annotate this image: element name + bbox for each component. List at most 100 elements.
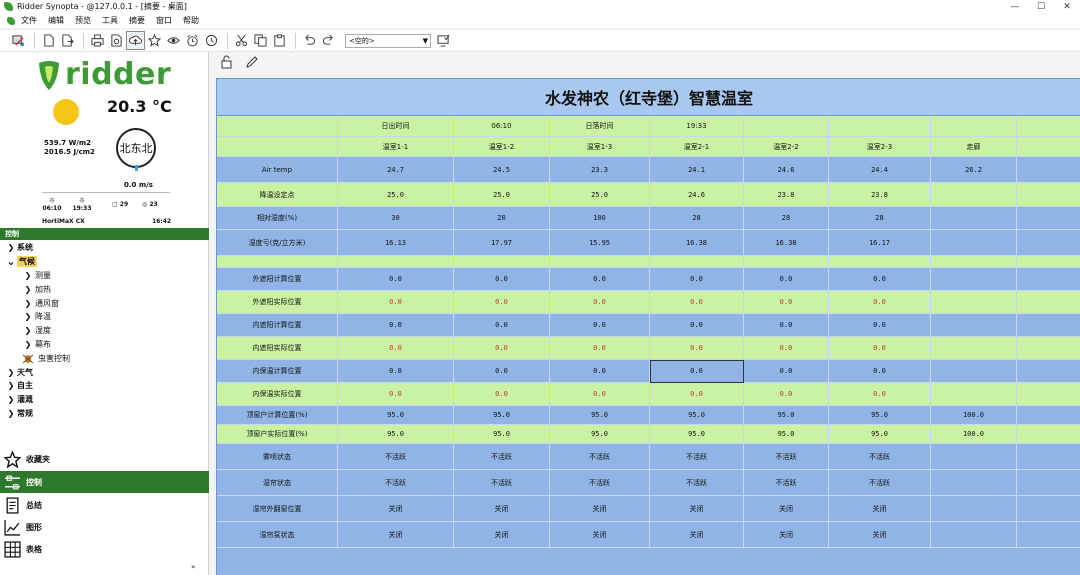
menu-window[interactable]: 窗口	[156, 15, 172, 26]
table-cell[interactable]: 95.0	[829, 406, 931, 425]
table-cell[interactable]	[1017, 207, 1080, 230]
table-cell[interactable]	[1017, 444, 1080, 470]
table-cell[interactable]: 0.0	[829, 314, 931, 337]
table-cell[interactable]: 不活跃	[744, 470, 829, 496]
table-cell[interactable]: 0.0	[744, 360, 829, 383]
table-cell[interactable]: 0.0	[550, 383, 650, 406]
table-cell[interactable]	[1017, 183, 1080, 207]
table-cell[interactable]	[931, 444, 1017, 470]
table-cell[interactable]: 100.0	[931, 406, 1017, 425]
table-cell[interactable]	[931, 314, 1017, 337]
chevron-right-icon[interactable]: ❯	[5, 395, 17, 404]
nav-tree-item[interactable]: ❯ 湿度	[0, 324, 209, 338]
row-label[interactable]: 内遮阳计算位置	[217, 314, 338, 337]
chevron-right-icon[interactable]: ❯	[21, 271, 35, 280]
table-cell[interactable]: 30	[338, 207, 454, 230]
bottom-nav-chart[interactable]: 图形	[0, 516, 209, 538]
table-cell[interactable]	[931, 207, 1017, 230]
table-cell[interactable]: 0.0	[744, 337, 829, 360]
table-cell[interactable]: 不活跃	[829, 470, 931, 496]
table-cell[interactable]: 0.0	[338, 291, 454, 314]
info-cell[interactable]	[829, 116, 931, 137]
table-cell[interactable]: 0.0	[454, 360, 550, 383]
column-header[interactable]: 温室1-2	[454, 137, 550, 157]
table-cell[interactable]: 25.0	[550, 183, 650, 207]
table-cell[interactable]: 关闭	[829, 496, 931, 522]
row-label[interactable]: 外遮阳实际位置	[217, 291, 338, 314]
table-cell[interactable]: 不活跃	[829, 444, 931, 470]
table-cell[interactable]	[1017, 496, 1080, 522]
column-header[interactable]: 温室2-3	[829, 137, 931, 157]
table-cell[interactable]	[931, 183, 1017, 207]
table-cell[interactable]: 0.0	[550, 291, 650, 314]
row-label[interactable]: 顶窗户实际位置(%)	[217, 425, 338, 444]
unlock-icon[interactable]	[220, 55, 234, 69]
undo-button[interactable]	[301, 32, 318, 49]
table-cell[interactable]: 0.0	[550, 268, 650, 291]
table-cell[interactable]: 0.0	[829, 360, 931, 383]
menu-tools[interactable]: 工具	[102, 15, 118, 26]
column-header[interactable]: 走廊	[931, 137, 1017, 157]
row-label[interactable]: 湿帘外翻窗位置	[217, 496, 338, 522]
print-preview-button[interactable]	[108, 32, 125, 49]
table-cell[interactable]: 关闭	[550, 522, 650, 548]
bottom-nav-star[interactable]: 收藏夹	[0, 448, 209, 470]
chevron-right-icon[interactable]: ❯	[21, 312, 35, 321]
table-cell[interactable]: 不活跃	[744, 444, 829, 470]
table-cell[interactable]: 0.0	[829, 383, 931, 406]
chevron-right-icon[interactable]: ❯	[21, 285, 35, 294]
bottom-nav-control[interactable]: 控制	[0, 471, 209, 493]
table-cell[interactable]: 0.0	[829, 291, 931, 314]
table-cell[interactable]: 不活跃	[650, 470, 744, 496]
nav-tree-item[interactable]: ⌄ 气候	[0, 255, 209, 269]
table-cell[interactable]: 0.0	[550, 337, 650, 360]
table-cell[interactable]: 不活跃	[454, 470, 550, 496]
table-cell[interactable]: 0.0	[744, 291, 829, 314]
table-cell[interactable]: 28	[829, 207, 931, 230]
table-cell[interactable]: 26.2	[931, 157, 1017, 183]
table-cell[interactable]	[1017, 337, 1080, 360]
row-label[interactable]: 湿度亏(克/立方米)	[217, 230, 338, 256]
row-label[interactable]	[217, 256, 338, 268]
table-cell[interactable]: 23.8	[829, 183, 931, 207]
column-header[interactable]: 温室2-2	[744, 137, 829, 157]
table-cell[interactable]	[744, 256, 829, 268]
chevron-down-icon[interactable]: ⌄	[5, 256, 17, 267]
table-cell[interactable]: 0.0	[454, 337, 550, 360]
info-cell[interactable]: 06:10	[454, 116, 550, 137]
info-cell[interactable]	[931, 116, 1017, 137]
table-cell[interactable]: 关闭	[454, 522, 550, 548]
summary-select[interactable]: <空的> ▼	[345, 33, 431, 48]
table-cell[interactable]	[931, 291, 1017, 314]
upload-button[interactable]	[126, 31, 145, 50]
nav-tree-item[interactable]: ❯ 系统	[0, 241, 209, 255]
table-cell[interactable]: 16.38	[744, 230, 829, 256]
row-label[interactable]: 外遮阳计算位置	[217, 268, 338, 291]
menu-file[interactable]: 文件	[21, 15, 37, 26]
table-cell[interactable]: 关闭	[338, 522, 454, 548]
table-cell[interactable]: 95.0	[338, 425, 454, 444]
table-cell[interactable]: 0.0	[338, 383, 454, 406]
table-cell[interactable]: 23.8	[744, 183, 829, 207]
table-cell[interactable]: 关闭	[829, 522, 931, 548]
bottom-nav-table[interactable]: 表格	[0, 538, 209, 560]
table-cell[interactable]: 16.17	[829, 230, 931, 256]
table-cell[interactable]	[931, 470, 1017, 496]
table-cell[interactable]	[1017, 314, 1080, 337]
table-cell[interactable]: 关闭	[338, 496, 454, 522]
table-cell[interactable]	[931, 256, 1017, 268]
table-cell[interactable]	[550, 256, 650, 268]
table-cell[interactable]: 16.38	[650, 230, 744, 256]
nav-tree-item[interactable]: ❯ 自主	[0, 379, 209, 393]
minimize-button[interactable]: —	[1002, 2, 1028, 12]
table-cell[interactable]	[1017, 406, 1080, 425]
table-cell[interactable]: 23.3	[550, 157, 650, 183]
info-cell[interactable]	[217, 116, 338, 137]
row-label[interactable]: 顶窗户计算位置(%)	[217, 406, 338, 425]
table-cell[interactable]: 不活跃	[650, 444, 744, 470]
table-cell[interactable]	[1017, 425, 1080, 444]
menu-app-icon[interactable]	[7, 16, 15, 25]
table-cell[interactable]: 0.0	[454, 268, 550, 291]
table-cell[interactable]: 24.5	[454, 157, 550, 183]
table-cell[interactable]: 24.4	[829, 157, 931, 183]
